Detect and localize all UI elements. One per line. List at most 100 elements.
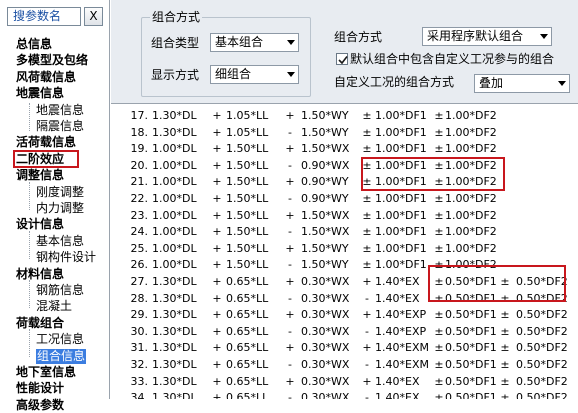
tree-item[interactable]: 工况信息 [36,332,84,347]
combination-operator: + [212,391,222,399]
combo-method-select[interactable]: 采用程序默认组合 [422,27,552,46]
combination-number: 34. [130,391,149,399]
tree-item[interactable]: 基本信息 [36,234,84,249]
tree-item[interactable]: 刚度调整 [36,185,84,200]
combination-row[interactable]: 19. 1.00*DL +1.50*LL +1.50*WX ±1.00*DF1 ±1.00… [111,141,578,158]
combination-row[interactable]: 30. 1.30*DL +0.65*LL -0.30*WX -1.40*EXP ±0.50… [111,324,578,341]
parameter-tree-panel: 搜参数名 X 总信息 多模型及包络 风荷载信息 地震信息 地震信息 隔震信息 活荷载信息 二阶… [0,0,110,412]
combination-operator: + [212,208,222,222]
highlight-seismic-rows [428,265,566,302]
combination-term: 1.00*DF2 [445,192,497,205]
combination-term: 0.30*WX [301,275,350,288]
combination-term: 1.40*EX [375,291,420,305]
combination-term: 0.30*WX [301,374,350,388]
combination-term: 1.05*LL [226,109,269,122]
combination-row[interactable]: 20. 1.00*DL +1.50*LL -0.90*WX ±1.00*DF1 ±1.00… [111,158,578,175]
combination-row[interactable]: 29. 1.30*DL +0.65*LL +0.30*WX +1.40*EXP ±0.50… [111,307,578,324]
default-include-checkbox[interactable] [336,53,348,65]
combination-row[interactable]: 33. 1.30*DL +0.65*LL +0.30*WX +1.40*EX ±0.50*… [111,374,578,391]
combination-operator: + [212,225,222,239]
combination-row[interactable]: 31. 1.30*DL +0.65*LL +0.30*WX +1.40*EXM ±0.50… [111,340,578,357]
combination-row[interactable]: 32. 1.30*DL +0.65*LL -0.30*WX -1.40*EXM ±0.50… [111,357,578,374]
combination-operator: - [288,324,292,338]
combination-number: 33. [130,374,149,388]
combination-row[interactable]: 17. 1.30*DL +1.05*LL +1.50*WY ±1.00*DF1 ±1.00… [111,108,578,125]
combination-operator: + [212,158,222,172]
combination-row[interactable]: 21. 1.00*DL +1.50*LL +0.90*WY ±1.00*DF1 ±1.00… [111,174,578,191]
tree-item[interactable]: 组合信息 [36,348,87,364]
combination-operator: - [365,324,369,338]
tree-item[interactable]: 材料信息 [16,267,64,282]
combination-number: 30. [130,324,149,338]
combination-term: 1.50*LL [226,142,269,156]
combination-term: 1.40*EXM [375,358,429,371]
tree-item[interactable]: 钢构件设计 [36,250,96,265]
combination-term: 0.65*LL [226,308,269,322]
tree-item[interactable]: 地下室信息 [16,365,76,380]
close-button[interactable]: X [84,7,103,26]
combination-operator: ± [434,358,444,371]
combination-operator: + [212,192,222,205]
combination-operator: + [212,324,222,338]
combination-operator: ± [434,324,444,338]
tree-item[interactable]: 隔震信息 [36,119,84,134]
combination-operator: ± [362,208,372,222]
combination-operator: - [288,291,292,305]
tree-item[interactable]: 调整信息 [16,168,64,183]
tree-item[interactable]: 地震信息 [36,103,84,118]
combination-term: 1.05*LL [226,125,269,139]
search-parameter-button[interactable]: 搜参数名 [7,7,81,26]
combination-term: 1.30*DL [152,308,197,322]
tree-item[interactable]: 性能设计 [16,381,64,396]
combination-term: 1.00*DF2 [445,208,497,222]
combination-term: 1.00*DL [152,225,197,239]
tree-item[interactable]: 活荷载信息 [16,135,76,150]
combination-row[interactable]: 25. 1.00*DL +1.50*LL +1.50*WY ±1.00*DF1 ±1.00… [111,241,578,258]
tree-item[interactable]: 内力调整 [36,201,84,216]
combination-operator: - [288,258,292,272]
combination-row[interactable]: 23. 1.00*DL +1.50*LL +1.50*WX ±1.00*DF1 ±1.00… [111,208,578,225]
combination-operator: + [362,308,372,322]
combination-term: 1.30*DL [152,291,197,305]
tree-item[interactable]: 设计信息 [16,217,64,232]
combination-operator: + [285,275,295,288]
tree-item[interactable]: 风荷载信息 [16,70,76,85]
combination-term: 0.90*WY [301,192,349,205]
display-mode-select[interactable]: 细组合 [210,65,299,84]
tree-item[interactable]: 混凝土 [36,299,72,314]
custom-method-select[interactable]: 叠加 [474,74,570,93]
combination-number: 20. [130,158,149,172]
combination-term: 0.50*DF2 [516,341,568,355]
combination-operator: + [362,341,372,355]
combination-term: 1.50*LL [226,241,269,255]
combination-operator: ± [434,142,444,156]
combo-type-label: 组合类型 [151,36,200,50]
combination-term: 1.50*LL [226,175,269,189]
combination-row[interactable]: 24. 1.00*DL +1.50*LL -1.50*WX ±1.00*DF1 ±1.00… [111,224,578,241]
tree-item[interactable]: 总信息 [16,37,52,52]
combination-term: 0.50*DF1 [445,358,497,371]
tree-item[interactable]: 荷载组合 [16,316,64,331]
combo-method-value: 采用程序默认组合 [427,29,524,43]
combination-row[interactable]: 18. 1.30*DL +1.05*LL -1.50*WY ±1.00*DF1 ±1.00… [111,125,578,142]
tree-item[interactable]: 多模型及包络 [16,53,88,68]
combination-term: 0.65*LL [226,324,269,338]
combination-term: 1.50*LL [226,208,269,222]
tree-item[interactable]: 高级参数 [16,398,64,413]
combination-term: 1.00*DF1 [375,125,427,139]
tree-item[interactable]: 钢筋信息 [36,283,84,298]
tree-connector [29,103,30,131]
combination-list[interactable]: 17. 1.30*DL +1.05*LL +1.50*WY ±1.00*DF1 ±1.00… [111,103,578,399]
combination-term: 1.50*WY [301,125,349,139]
combination-term: 1.30*DL [152,341,197,355]
combo-type-select[interactable]: 基本组合 [210,33,299,52]
combination-term: 0.50*DF2 [516,358,568,371]
combination-operator: ± [434,225,444,239]
combination-row[interactable]: 22. 1.00*DL +1.50*LL -0.90*WY ±1.00*DF1 ±1.00… [111,191,578,208]
combination-operator: + [212,241,222,255]
combination-operator: + [285,374,295,388]
combination-term: 1.50*WX [301,225,350,239]
combination-term: 1.00*DF2 [445,125,497,139]
tree-item[interactable]: 地震信息 [16,86,64,101]
combination-row[interactable]: 34. 1.30*DL +0.65*LL -0.30*WX -1.40*EX ±0.50*… [111,390,578,399]
